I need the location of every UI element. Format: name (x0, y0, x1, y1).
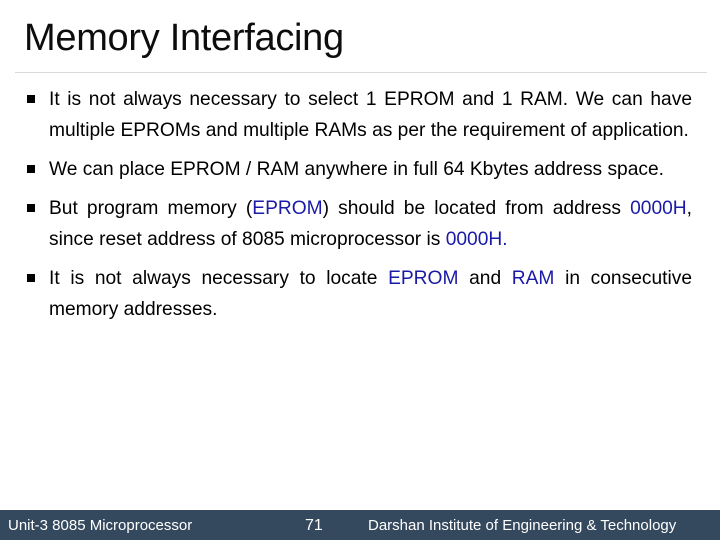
bullet-item: We can place EPROM / RAM anywhere in ful… (27, 154, 692, 185)
bullet-item: But program memory (EPROM) should be loc… (27, 193, 692, 255)
bullet-list: It is not always necessary to select 1 E… (27, 84, 692, 333)
text-segment: We can place EPROM / RAM anywhere in ful… (49, 159, 664, 180)
text-segment: But program memory ( (49, 198, 253, 219)
bullet-text: It is not always necessary to locate EPR… (49, 268, 692, 320)
bullet-item: It is not always necessary to select 1 E… (27, 84, 692, 146)
title-divider (15, 72, 707, 73)
text-segment: It is not always necessary to locate (49, 268, 389, 289)
bullet-item: It is not always necessary to locate EPR… (27, 263, 692, 325)
bullet-text: We can place EPROM / RAM anywhere in ful… (49, 159, 664, 180)
highlighted-term: RAM (511, 268, 555, 289)
text-segment: ) should be located from address (322, 198, 631, 219)
square-bullet-icon (27, 95, 35, 103)
highlighted-term: 0000H (630, 198, 687, 219)
footer-institute-label: Darshan Institute of Engineering & Techn… (368, 517, 677, 534)
text-segment: and (458, 268, 512, 289)
square-bullet-icon (27, 274, 35, 282)
square-bullet-icon (27, 204, 35, 212)
footer-unit-label: Unit-3 8085 Microprocessor (8, 517, 193, 534)
highlighted-term: 0000H. (445, 229, 508, 250)
highlighted-term: EPROM (252, 198, 323, 219)
highlighted-term: EPROM (388, 268, 459, 289)
slide-title: Memory Interfacing (24, 17, 344, 59)
square-bullet-icon (27, 165, 35, 173)
text-segment: It is not always necessary to select 1 E… (49, 89, 692, 141)
bullet-text: But program memory (EPROM) should be loc… (49, 198, 692, 250)
page-number: 71 (305, 517, 323, 534)
footer-bar: Unit-3 8085 Microprocessor 71 Darshan In… (0, 510, 720, 540)
bullet-text: It is not always necessary to select 1 E… (49, 89, 692, 141)
